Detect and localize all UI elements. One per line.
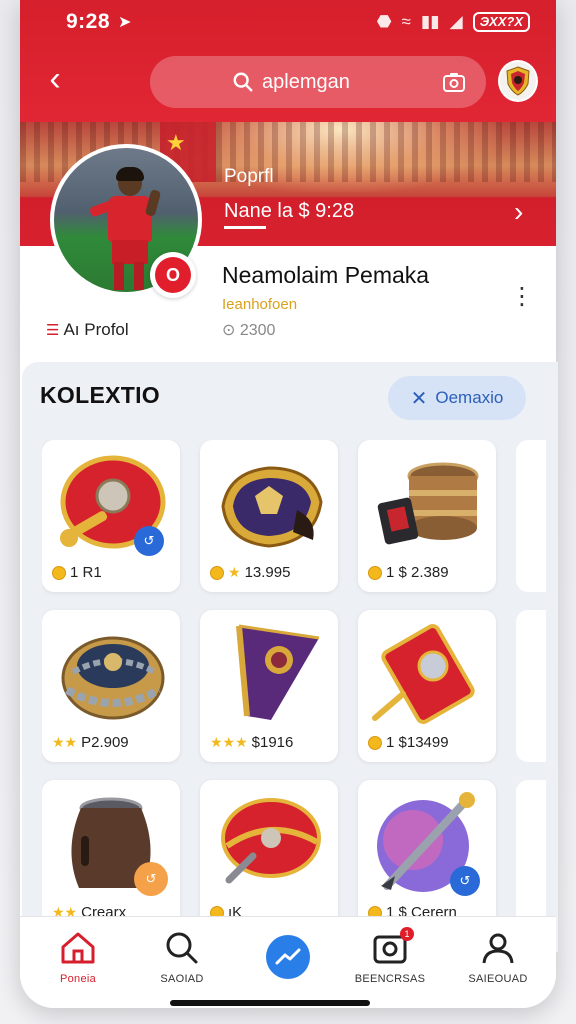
star-icon: ★ — [166, 130, 186, 155]
filter-label: Oemaxio — [435, 388, 504, 407]
filter-chip[interactable]: ✕ Oemaxio — [388, 376, 526, 420]
home-icon — [61, 932, 95, 964]
coin-icon — [368, 735, 382, 750]
trend-icon — [275, 948, 301, 965]
star-icon: ★★ — [52, 734, 78, 750]
badge-icon: O — [155, 257, 191, 293]
location-arrow-icon: ➤ — [118, 14, 132, 31]
bottom-nav: Poneia SAOIAD 1 BEENCRSAS SAIEOUAD — [20, 916, 556, 1008]
profile-name: Neamolaim Pemaka — [222, 262, 430, 288]
nav-profile-label: SAIEOUAD — [468, 973, 528, 985]
search-icon — [233, 72, 253, 92]
crest-icon — [506, 66, 530, 96]
profile-link[interactable]: ☰ Aı Profol — [46, 320, 129, 340]
search-icon — [166, 932, 198, 964]
more-options-icon[interactable]: ⋮ — [510, 285, 534, 309]
collection-item[interactable]: ★★ P2.909 — [42, 610, 180, 762]
nav-search[interactable]: SAOIAD — [132, 931, 232, 985]
collection-item[interactable]: ↺ 1 $ Cerern — [358, 780, 496, 932]
collection-panel: KOLEXTIO ✕ Oemaxio ↺ 1 R1 ★ 13.995 1 $ 2… — [22, 362, 558, 952]
item-price: 1 $13499 — [368, 734, 449, 751]
chevron-right-icon[interactable]: › — [514, 196, 523, 228]
nav-profile[interactable]: SAIEOUAD — [448, 931, 548, 985]
profile-coins: ⊙ 2300 — [222, 322, 276, 339]
signal-icon: ▮▮ — [420, 12, 440, 31]
banner-title: Poprfl — [224, 166, 274, 187]
collection-item[interactable]: ↺ ★★ Crearx — [42, 780, 180, 932]
price-value: 13.995 — [244, 564, 291, 581]
status-time: 9:28 — [66, 10, 111, 33]
nav-store-label: BEENCRSAS — [354, 973, 426, 985]
status-left: 9:28 ➤ — [66, 10, 131, 34]
price-value: 1 $ 2.389 — [386, 564, 449, 581]
star-icon: ★★★ — [210, 734, 248, 750]
link-badge-icon: ↺ — [134, 526, 164, 556]
coin-icon — [52, 565, 66, 580]
link-badge-icon: ↺ — [450, 866, 480, 896]
nav-row: ‹ aplemgan — [20, 52, 556, 112]
profile-subtitle: Ieanhofoen — [222, 296, 298, 313]
price-value: $1916 — [251, 734, 294, 751]
search-bar[interactable]: aplemgan — [150, 56, 486, 108]
barrel-item-icon — [377, 462, 479, 545]
nav-store[interactable]: 1 BEENCRSAS — [340, 927, 440, 985]
purple-crest-item-icon — [221, 466, 323, 548]
banner-underline — [224, 226, 266, 229]
back-button[interactable]: ‹ — [38, 62, 72, 98]
star-icon: ★ — [228, 564, 241, 580]
collection-item[interactable]: 1 $13499 — [358, 610, 496, 762]
collection-item[interactable]: ↺ 1 R1 — [42, 440, 180, 592]
purple-banner-item-icon — [236, 624, 320, 720]
link-badge-icon: ↺ — [134, 862, 168, 896]
item-price: 1 $ 2.389 — [368, 564, 449, 581]
verified-badge: O — [150, 252, 196, 298]
collection-item-peek[interactable] — [516, 440, 546, 592]
close-icon[interactable]: ✕ — [411, 386, 428, 411]
coin-icon — [210, 565, 224, 580]
item-price: ★★★ $1916 — [210, 734, 293, 751]
profile-link-label: Aı Profol — [63, 320, 129, 339]
wifi-icon: ≈ — [401, 12, 411, 31]
nav-home[interactable]: Poneia — [28, 931, 128, 985]
alert-icon: ⬣ — [376, 12, 392, 31]
network-icon: ◢ — [449, 12, 463, 31]
red-helmet-item-icon — [221, 798, 321, 884]
status-icons: ⬣ ≈ ▮▮ ◢ ЭXX?X — [377, 12, 530, 32]
price-value: 1 $13499 — [386, 734, 449, 751]
collection-item[interactable]: 1 $ 2.389 — [358, 440, 496, 592]
banner-subtitle: Nane la $ 9:28 — [224, 200, 355, 222]
notification-badge: 1 — [400, 927, 414, 941]
collection-item-peek[interactable] — [516, 610, 546, 762]
collection-item[interactable]: ★★★ $1916 — [200, 610, 338, 762]
nav-home-label: Poneia — [59, 973, 97, 985]
item-price: ★★ P2.909 — [52, 734, 129, 751]
item-price: 1 R1 — [52, 564, 102, 581]
app-header: 9:28 ➤ ⬣ ≈ ▮▮ ◢ ЭXX?X ‹ aplemgan — [20, 0, 556, 122]
club-crest-avatar[interactable] — [498, 60, 538, 102]
item-price: ★ 13.995 — [210, 564, 290, 581]
home-indicator[interactable] — [170, 1000, 370, 1006]
coin-icon — [368, 565, 382, 580]
collection-grid: ↺ 1 R1 ★ 13.995 1 $ 2.389 ★★ P2.909 ★★★ … — [42, 440, 558, 960]
player-figure — [88, 167, 162, 290]
nav-store-icon-wrap: 1 — [340, 927, 440, 965]
collection-item[interactable]: ıK — [200, 780, 338, 932]
red-card-item-icon — [372, 624, 475, 724]
battery-indicator: ЭXX?X — [472, 12, 530, 32]
collection-title: KOLEXTIO — [40, 382, 160, 408]
menu-lines-icon: ☰ — [46, 322, 60, 339]
price-value: P2.909 — [81, 734, 129, 751]
user-icon — [482, 933, 514, 964]
price-value: 1 R1 — [70, 564, 102, 581]
collection-item-peek[interactable] — [516, 780, 546, 932]
bottom-nav-wrap: Poneia SAOIAD 1 BEENCRSAS SAIEOUAD — [20, 916, 556, 1008]
camera-icon[interactable] — [442, 71, 466, 93]
status-bar: 9:28 ➤ ⬣ ≈ ▮▮ ◢ ЭXX?X — [20, 0, 556, 44]
activity-button[interactable] — [266, 935, 310, 979]
collection-item[interactable]: ★ 13.995 — [200, 440, 338, 592]
chain-armor-item-icon — [61, 636, 165, 720]
search-input[interactable]: aplemgan — [262, 71, 442, 94]
nav-search-label: SAOIAD — [160, 973, 204, 985]
